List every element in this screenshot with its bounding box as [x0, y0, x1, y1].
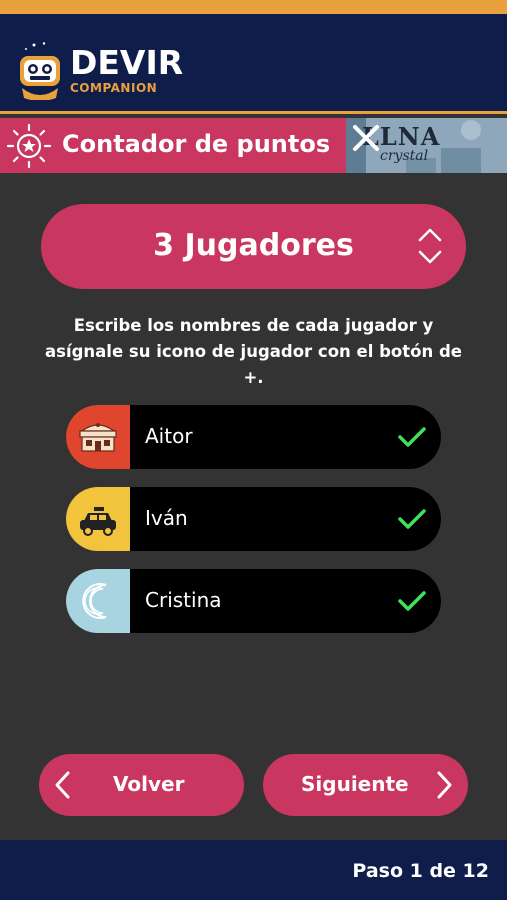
close-icon[interactable] — [346, 118, 386, 158]
taxi-icon[interactable] — [66, 487, 130, 551]
bakery-building-icon[interactable] — [66, 405, 130, 469]
devir-logo: DEVIR COMPANION — [16, 34, 183, 104]
top-stripe — [0, 0, 507, 14]
check-icon — [398, 427, 426, 447]
section-title: Contador de puntos — [62, 130, 331, 158]
player-row[interactable]: Aitor — [66, 405, 441, 469]
game-banner: LLNA crystal — [346, 118, 507, 173]
chevron-down-icon[interactable] — [418, 250, 442, 264]
step-indicator: Paso 1 de 12 — [352, 860, 489, 882]
player-row[interactable]: Cristina — [66, 569, 441, 633]
player-count-label: 3 Jugadores — [153, 228, 354, 263]
player-name[interactable]: Cristina — [145, 588, 222, 612]
brand-sub: COMPANION — [70, 81, 158, 95]
crescent-moon-icon[interactable] — [66, 569, 130, 633]
back-button[interactable]: Volver — [39, 754, 244, 816]
check-icon — [398, 591, 426, 611]
app-header: DEVIR COMPANION — [0, 14, 507, 114]
robot-mascot-icon — [20, 42, 60, 100]
next-button[interactable]: Siguiente — [263, 754, 468, 816]
instructions-text: Escribe los nombres de cada jugador y as… — [45, 316, 462, 387]
player-name[interactable]: Iván — [145, 506, 188, 530]
section-bar: Contador de puntos LLNA crystal — [0, 118, 507, 173]
footer: Paso 1 de 12 — [0, 840, 507, 900]
sun-star-icon — [6, 123, 52, 169]
check-icon — [398, 509, 426, 529]
chevron-right-icon — [437, 771, 452, 799]
back-label: Volver — [113, 772, 185, 796]
player-count-selector[interactable]: 3 Jugadores — [41, 204, 466, 289]
game-logo-sub: crystal — [380, 148, 429, 164]
next-label: Siguiente — [301, 772, 409, 796]
player-name[interactable]: Aitor — [145, 424, 193, 448]
brand-name: DEVIR — [70, 43, 184, 82]
player-row[interactable]: Iván — [66, 487, 441, 551]
chevron-up-icon[interactable] — [418, 228, 442, 242]
chevron-left-icon — [55, 771, 70, 799]
